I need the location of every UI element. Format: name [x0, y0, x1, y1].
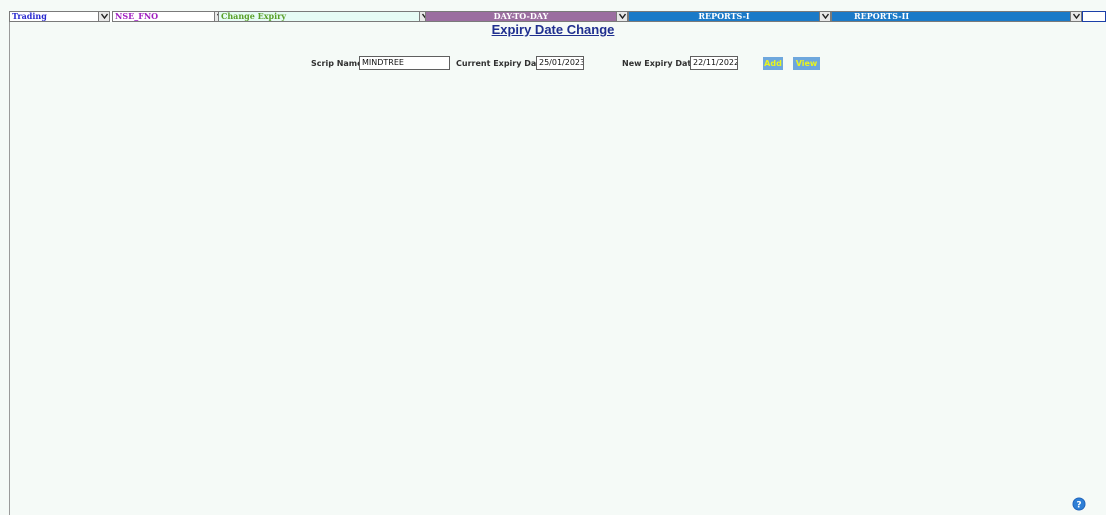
menu-bar: Trading NSE_FNO Change Expiry DAY-TO-DAY… [9, 11, 1106, 22]
chevron-down-icon[interactable] [819, 12, 830, 21]
scrip-name-label: Scrip Name: [311, 59, 366, 68]
svg-text:?: ? [1076, 501, 1081, 511]
view-button[interactable]: View [793, 57, 820, 70]
new-expiry-label: New Expiry Date: [622, 59, 700, 68]
segment-select-value: NSE_FNO [115, 11, 159, 21]
reports-2-select[interactable]: REPORTS-II [831, 11, 1082, 22]
left-border [9, 22, 10, 515]
page: Trading NSE_FNO Change Expiry DAY-TO-DAY… [0, 0, 1106, 515]
function-select[interactable]: Change Expiry [218, 11, 431, 22]
chevron-down-icon[interactable] [98, 12, 109, 21]
new-expiry-input[interactable]: 22/11/2022 [690, 56, 738, 70]
reports-1-select[interactable]: REPORTS-I [628, 11, 831, 22]
page-title: Expiry Date Change [491, 22, 615, 37]
app-select[interactable]: Trading [9, 11, 110, 22]
day-to-day-label: DAY-TO-DAY [493, 11, 549, 21]
day-to-day-select[interactable]: DAY-TO-DAY [425, 11, 628, 22]
extra-menu-select[interactable] [1082, 11, 1106, 22]
chevron-down-icon[interactable] [1070, 12, 1081, 21]
function-select-value: Change Expiry [221, 11, 287, 21]
segment-select[interactable]: NSE_FNO [112, 11, 226, 22]
add-button[interactable]: Add [763, 57, 783, 70]
reports-1-label: REPORTS-I [698, 11, 750, 21]
question-icon[interactable]: ? [1072, 497, 1086, 511]
current-expiry-label: Current Expiry Date: [456, 59, 549, 68]
scrip-name-input[interactable]: MINDTREE [359, 56, 450, 70]
app-select-value: Trading [12, 11, 47, 21]
chevron-down-icon[interactable] [616, 12, 627, 21]
current-expiry-input[interactable]: 25/01/2023 [536, 56, 584, 70]
reports-2-label: REPORTS-II [854, 11, 910, 21]
